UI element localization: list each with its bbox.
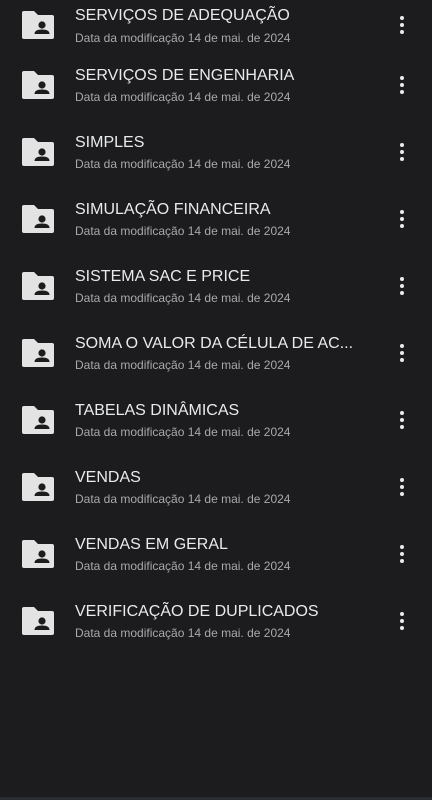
modified-date: Data da modificação 14 de mai. de 2024 <box>75 90 291 104</box>
shared-folder-icon <box>22 607 54 635</box>
more-options-icon[interactable] <box>388 338 416 368</box>
shared-folder-icon <box>22 138 54 166</box>
file-name: VERIFICAÇÃO DE DUPLICADOS <box>75 603 319 620</box>
file-name: SISTEMA SAC E PRICE <box>75 268 251 285</box>
more-options-icon[interactable] <box>388 271 416 301</box>
more-options-icon[interactable] <box>388 539 416 569</box>
modified-date: Data da modificação 14 de mai. de 2024 <box>75 626 291 640</box>
list-item[interactable]: TABELAS DINÂMICAS Data da modificação 14… <box>0 393 432 460</box>
modified-date: Data da modificação 14 de mai. de 2024 <box>75 358 291 372</box>
more-options-icon[interactable] <box>388 405 416 435</box>
shared-folder-icon <box>22 71 54 99</box>
list-item[interactable]: SIMPLES Data da modificação 14 de mai. d… <box>0 125 432 192</box>
more-options-icon[interactable] <box>388 606 416 636</box>
more-options-icon[interactable] <box>388 204 416 234</box>
modified-date: Data da modificação 14 de mai. de 2024 <box>75 224 291 238</box>
list-item[interactable]: SERVIÇOS DE ADEQUAÇÃO Data da modificaçã… <box>0 0 432 58</box>
file-name: SERVIÇOS DE ENGENHARIA <box>75 67 295 84</box>
modified-date: Data da modificação 14 de mai. de 2024 <box>75 492 291 506</box>
list-item[interactable]: VENDAS Data da modificação 14 de mai. de… <box>0 460 432 527</box>
file-name: SOMA O VALOR DA CÉLULA DE AC... <box>75 335 354 352</box>
list-item[interactable]: VENDAS EM GERAL Data da modificação 14 d… <box>0 527 432 594</box>
modified-date: Data da modificação 14 de mai. de 2024 <box>75 291 291 305</box>
modified-date: Data da modificação 14 de mai. de 2024 <box>75 157 291 171</box>
modified-date: Data da modificação 14 de mai. de 2024 <box>75 425 291 439</box>
shared-folder-icon <box>22 205 54 233</box>
list-item[interactable]: SERVIÇOS DE ENGENHARIA Data da modificaç… <box>0 58 432 125</box>
shared-folder-icon <box>22 272 54 300</box>
file-name: SIMPLES <box>75 134 145 151</box>
file-name: SIMULAÇÃO FINANCEIRA <box>75 201 271 218</box>
more-options-icon[interactable] <box>388 472 416 502</box>
shared-folder-icon <box>22 473 54 501</box>
file-name: VENDAS EM GERAL <box>75 536 228 553</box>
shared-folder-icon <box>22 406 54 434</box>
file-name: VENDAS <box>75 469 141 486</box>
shared-folder-icon <box>22 11 54 39</box>
file-name: SERVIÇOS DE ADEQUAÇÃO <box>75 7 290 24</box>
more-options-icon[interactable] <box>388 137 416 167</box>
list-item[interactable]: SIMULAÇÃO FINANCEIRA Data da modificação… <box>0 192 432 259</box>
list-item[interactable]: SOMA O VALOR DA CÉLULA DE AC... Data da … <box>0 326 432 393</box>
file-name: TABELAS DINÂMICAS <box>75 402 240 419</box>
modified-date: Data da modificação 14 de mai. de 2024 <box>75 31 291 45</box>
modified-date: Data da modificação 14 de mai. de 2024 <box>75 559 291 573</box>
more-options-icon[interactable] <box>388 70 416 100</box>
shared-folder-icon <box>22 339 54 367</box>
shared-folder-icon <box>22 540 54 568</box>
list-item[interactable]: SISTEMA SAC E PRICE Data da modificação … <box>0 259 432 326</box>
list-item[interactable]: VERIFICAÇÃO DE DUPLICADOS Data da modifi… <box>0 594 432 661</box>
file-list: SERVIÇOS DE ADEQUAÇÃO Data da modificaçã… <box>0 0 432 661</box>
more-options-icon[interactable] <box>388 10 416 40</box>
